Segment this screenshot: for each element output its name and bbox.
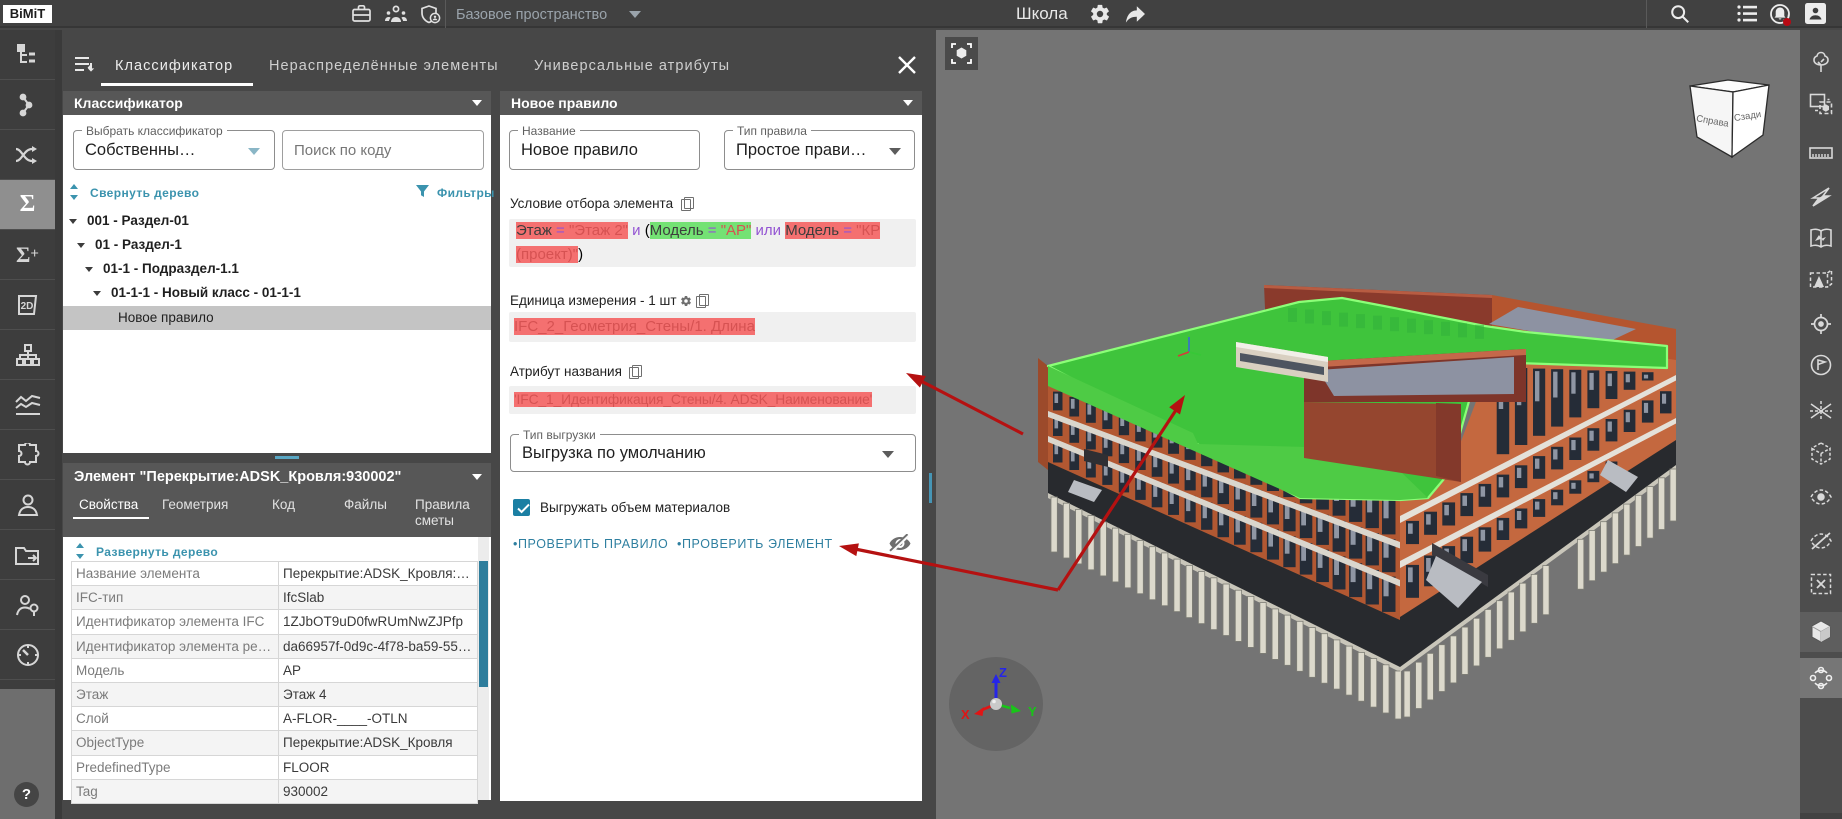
svg-text:X: X <box>961 707 970 722</box>
svg-text:Z: Z <box>999 665 1007 680</box>
svg-text:Y: Y <box>1028 704 1037 719</box>
svg-text:2D: 2D <box>20 301 33 312</box>
